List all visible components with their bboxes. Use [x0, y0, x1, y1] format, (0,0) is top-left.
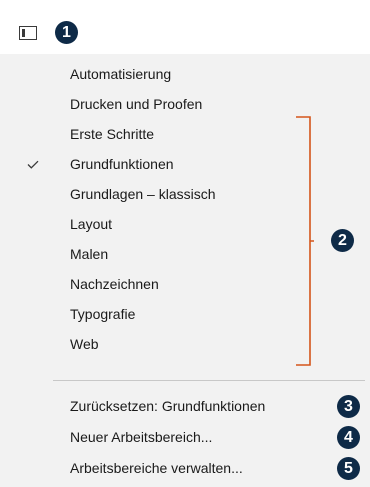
menu-separator — [53, 380, 365, 381]
menu-item-erste-schritte[interactable]: Erste Schritte — [0, 119, 370, 149]
workspace-switcher-icon — [19, 26, 37, 40]
workspace-menu: Automatisierung Drucken und Proofen Erst… — [0, 54, 370, 487]
menu-item-label: Malen — [70, 246, 109, 262]
callout-3: 3 — [337, 395, 360, 418]
menu-item-nachzeichnen[interactable]: Nachzeichnen — [0, 269, 370, 299]
menu-item-automatisierung[interactable]: Automatisierung — [0, 59, 370, 89]
callout-2: 2 — [331, 229, 354, 252]
menu-item-label: Drucken und Proofen — [70, 96, 203, 112]
callout-1: 1 — [55, 21, 78, 44]
menu-item-label: Automatisierung — [70, 66, 172, 82]
menu-item-web[interactable]: Web — [0, 329, 370, 359]
reset-workspace-label: Zurücksetzen: Grundfunktionen — [70, 398, 266, 414]
menu-item-layout[interactable]: Layout — [0, 209, 370, 239]
menu-item-grundlagen-klassisch[interactable]: Grundlagen – klassisch — [0, 179, 370, 209]
new-workspace-label: Neuer Arbeitsbereich... — [70, 429, 213, 445]
manage-workspaces-label: Arbeitsbereiche verwalten... — [70, 460, 243, 476]
menu-item-label: Erste Schritte — [70, 126, 155, 142]
menu-item-drucken-und-proofen[interactable]: Drucken und Proofen — [0, 89, 370, 119]
menu-item-label: Grundfunktionen — [70, 156, 174, 172]
callout-4: 4 — [337, 426, 360, 449]
callout-5: 5 — [337, 457, 360, 480]
menu-item-label: Grundlagen – klassisch — [70, 186, 216, 202]
menu-item-malen[interactable]: Malen — [0, 239, 370, 269]
new-workspace-item[interactable]: Neuer Arbeitsbereich... — [0, 422, 370, 452]
checkmark-icon — [27, 160, 39, 169]
menu-item-label: Web — [70, 336, 99, 352]
menu-item-label: Typografie — [70, 306, 136, 322]
menu-item-label: Nachzeichnen — [70, 276, 159, 292]
workspace-switcher-button[interactable] — [13, 20, 43, 46]
manage-workspaces-item[interactable]: Arbeitsbereiche verwalten... — [0, 453, 370, 483]
menu-item-typografie[interactable]: Typografie — [0, 299, 370, 329]
workspace-group-bracket — [296, 116, 314, 366]
menu-item-label: Layout — [70, 216, 113, 232]
reset-workspace-item[interactable]: Zurücksetzen: Grundfunktionen — [0, 391, 370, 421]
menu-item-grundfunktionen[interactable]: Grundfunktionen — [0, 149, 370, 179]
